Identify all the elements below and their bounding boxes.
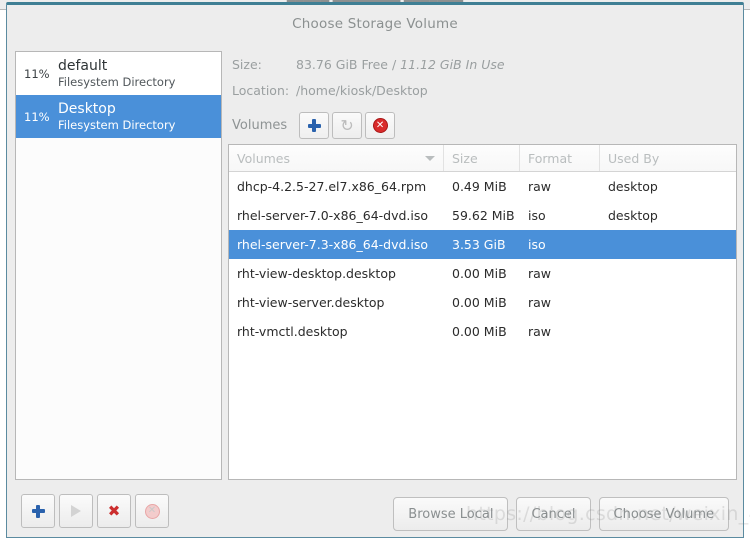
pool-info: Size: 83.76 GiB Free / 11.12 GiB In Use … — [232, 57, 737, 109]
dialog-titlebar: Choose Storage Volume — [7, 5, 743, 43]
cell-format: raw — [528, 295, 552, 310]
size-label: Size: — [232, 57, 262, 72]
column-header-label: Format — [528, 150, 573, 166]
pool-type: Filesystem Directory — [58, 75, 176, 90]
size-free-text: 83.76 GiB Free / — [296, 57, 397, 72]
refresh-volumes-button[interactable]: ↻ — [332, 112, 363, 139]
delete-x-icon: ✖ — [107, 501, 121, 520]
pool-location-row: Location: /home/kiosk/Desktop — [232, 83, 737, 109]
stop-circle-icon: ✕ — [144, 503, 160, 519]
chevron-down-icon — [425, 156, 435, 161]
volumes-table[interactable]: Volumes Size Format Used By dhcp-4.2.5-2… — [228, 144, 737, 480]
cell-volume-name: rhel-server-7.3-x86_64-dvd.iso — [237, 237, 429, 252]
stop-pool-button[interactable]: ✕ — [135, 494, 169, 528]
cell-volume-name: rht-vmctl.desktop — [237, 324, 348, 339]
start-pool-button[interactable] — [59, 494, 93, 528]
cell-format: raw — [528, 324, 552, 339]
cell-size: 0.49 MiB — [452, 179, 507, 194]
play-icon — [71, 505, 81, 517]
cell-used-by: desktop — [608, 179, 658, 194]
cell-size: 0.00 MiB — [452, 324, 507, 339]
cell-size: 59.62 MiB — [452, 208, 515, 223]
cell-used-by: desktop — [608, 208, 658, 223]
pool-usage-percent: 11% — [24, 109, 50, 124]
storage-pool-item-default[interactable]: 11% default Filesystem Directory — [16, 52, 221, 95]
table-row[interactable]: rhel-server-7.0-x86_64-dvd.iso 59.62 MiB… — [229, 201, 736, 230]
cell-size: 0.00 MiB — [452, 295, 507, 310]
table-row[interactable]: rht-vmctl.desktop 0.00 MiB raw — [229, 317, 736, 346]
pool-name: Desktop — [58, 100, 116, 117]
plus-icon — [31, 504, 45, 518]
delete-circle-icon: ✕ — [372, 118, 388, 133]
column-header-format[interactable]: Format — [520, 145, 600, 171]
table-row[interactable]: dhcp-4.2.5-27.el7.x86_64.rpm 0.49 MiB ra… — [229, 172, 736, 201]
delete-pool-button[interactable]: ✖ — [97, 494, 131, 528]
dialog-title: Choose Storage Volume — [292, 16, 458, 32]
cell-volume-name: dhcp-4.2.5-27.el7.x86_64.rpm — [237, 179, 427, 194]
dialog-action-buttons: Browse Local Cancel Choose Volume — [385, 497, 729, 531]
column-header-label: Volumes — [237, 150, 291, 166]
pool-size-row: Size: 83.76 GiB Free / 11.12 GiB In Use — [232, 57, 737, 83]
column-header-label: Used By — [608, 150, 660, 166]
pool-type: Filesystem Directory — [58, 118, 176, 133]
cell-volume-name: rht-view-server.desktop — [237, 295, 385, 310]
browse-local-button[interactable]: Browse Local — [393, 497, 509, 531]
storage-pool-actions: ✖ ✕ — [21, 494, 173, 528]
size-value: 83.76 GiB Free / 11.12 GiB In Use — [296, 57, 505, 72]
pool-text-block: Desktop Filesystem Directory — [58, 101, 175, 133]
volumes-toolbar: Volumes ↻ ✕ — [232, 112, 398, 139]
table-row[interactable]: rht-view-server.desktop 0.00 MiB raw — [229, 288, 736, 317]
storage-pool-list[interactable]: 11% default Filesystem Directory 11% Des… — [15, 51, 222, 480]
cell-size: 0.00 MiB — [452, 266, 507, 281]
cell-format: raw — [528, 266, 552, 281]
column-header-used-by[interactable]: Used By — [600, 145, 736, 171]
table-row[interactable]: rhel-server-7.3-x86_64-dvd.iso 3.53 GiB … — [229, 230, 736, 259]
size-in-use-text: 11.12 GiB In Use — [400, 57, 505, 72]
add-volume-button[interactable] — [299, 112, 330, 139]
location-label: Location: — [232, 83, 290, 98]
cell-volume-name: rhel-server-7.0-x86_64-dvd.iso — [237, 208, 429, 223]
pool-name: default — [58, 57, 108, 74]
pool-text-block: default Filesystem Directory — [58, 58, 175, 90]
storage-pool-item-desktop[interactable]: 11% Desktop Filesystem Directory — [16, 95, 221, 138]
cell-volume-name: rht-view-desktop.desktop — [237, 266, 396, 281]
delete-volume-button[interactable]: ✕ — [365, 112, 396, 139]
column-header-size[interactable]: Size — [444, 145, 520, 171]
pool-usage-percent: 11% — [24, 66, 50, 81]
cell-size: 3.53 GiB — [452, 237, 506, 252]
add-pool-button[interactable] — [21, 494, 55, 528]
choose-storage-volume-dialog: Choose Storage Volume 11% default Filesy… — [6, 2, 744, 538]
location-value: /home/kiosk/Desktop — [296, 83, 428, 98]
plus-icon — [307, 119, 321, 132]
cancel-button[interactable]: Cancel — [516, 497, 591, 531]
cell-format: iso — [528, 237, 546, 252]
choose-volume-button[interactable]: Choose Volume — [598, 497, 729, 531]
cell-format: iso — [528, 208, 546, 223]
volumes-table-header: Volumes Size Format Used By — [229, 145, 736, 172]
column-header-volumes[interactable]: Volumes — [229, 145, 444, 171]
volumes-toolbar-label: Volumes — [232, 118, 288, 133]
cell-format: raw — [528, 179, 552, 194]
refresh-icon: ↻ — [340, 115, 354, 135]
table-row[interactable]: rht-view-desktop.desktop 0.00 MiB raw — [229, 259, 736, 288]
column-header-label: Size — [452, 150, 478, 166]
